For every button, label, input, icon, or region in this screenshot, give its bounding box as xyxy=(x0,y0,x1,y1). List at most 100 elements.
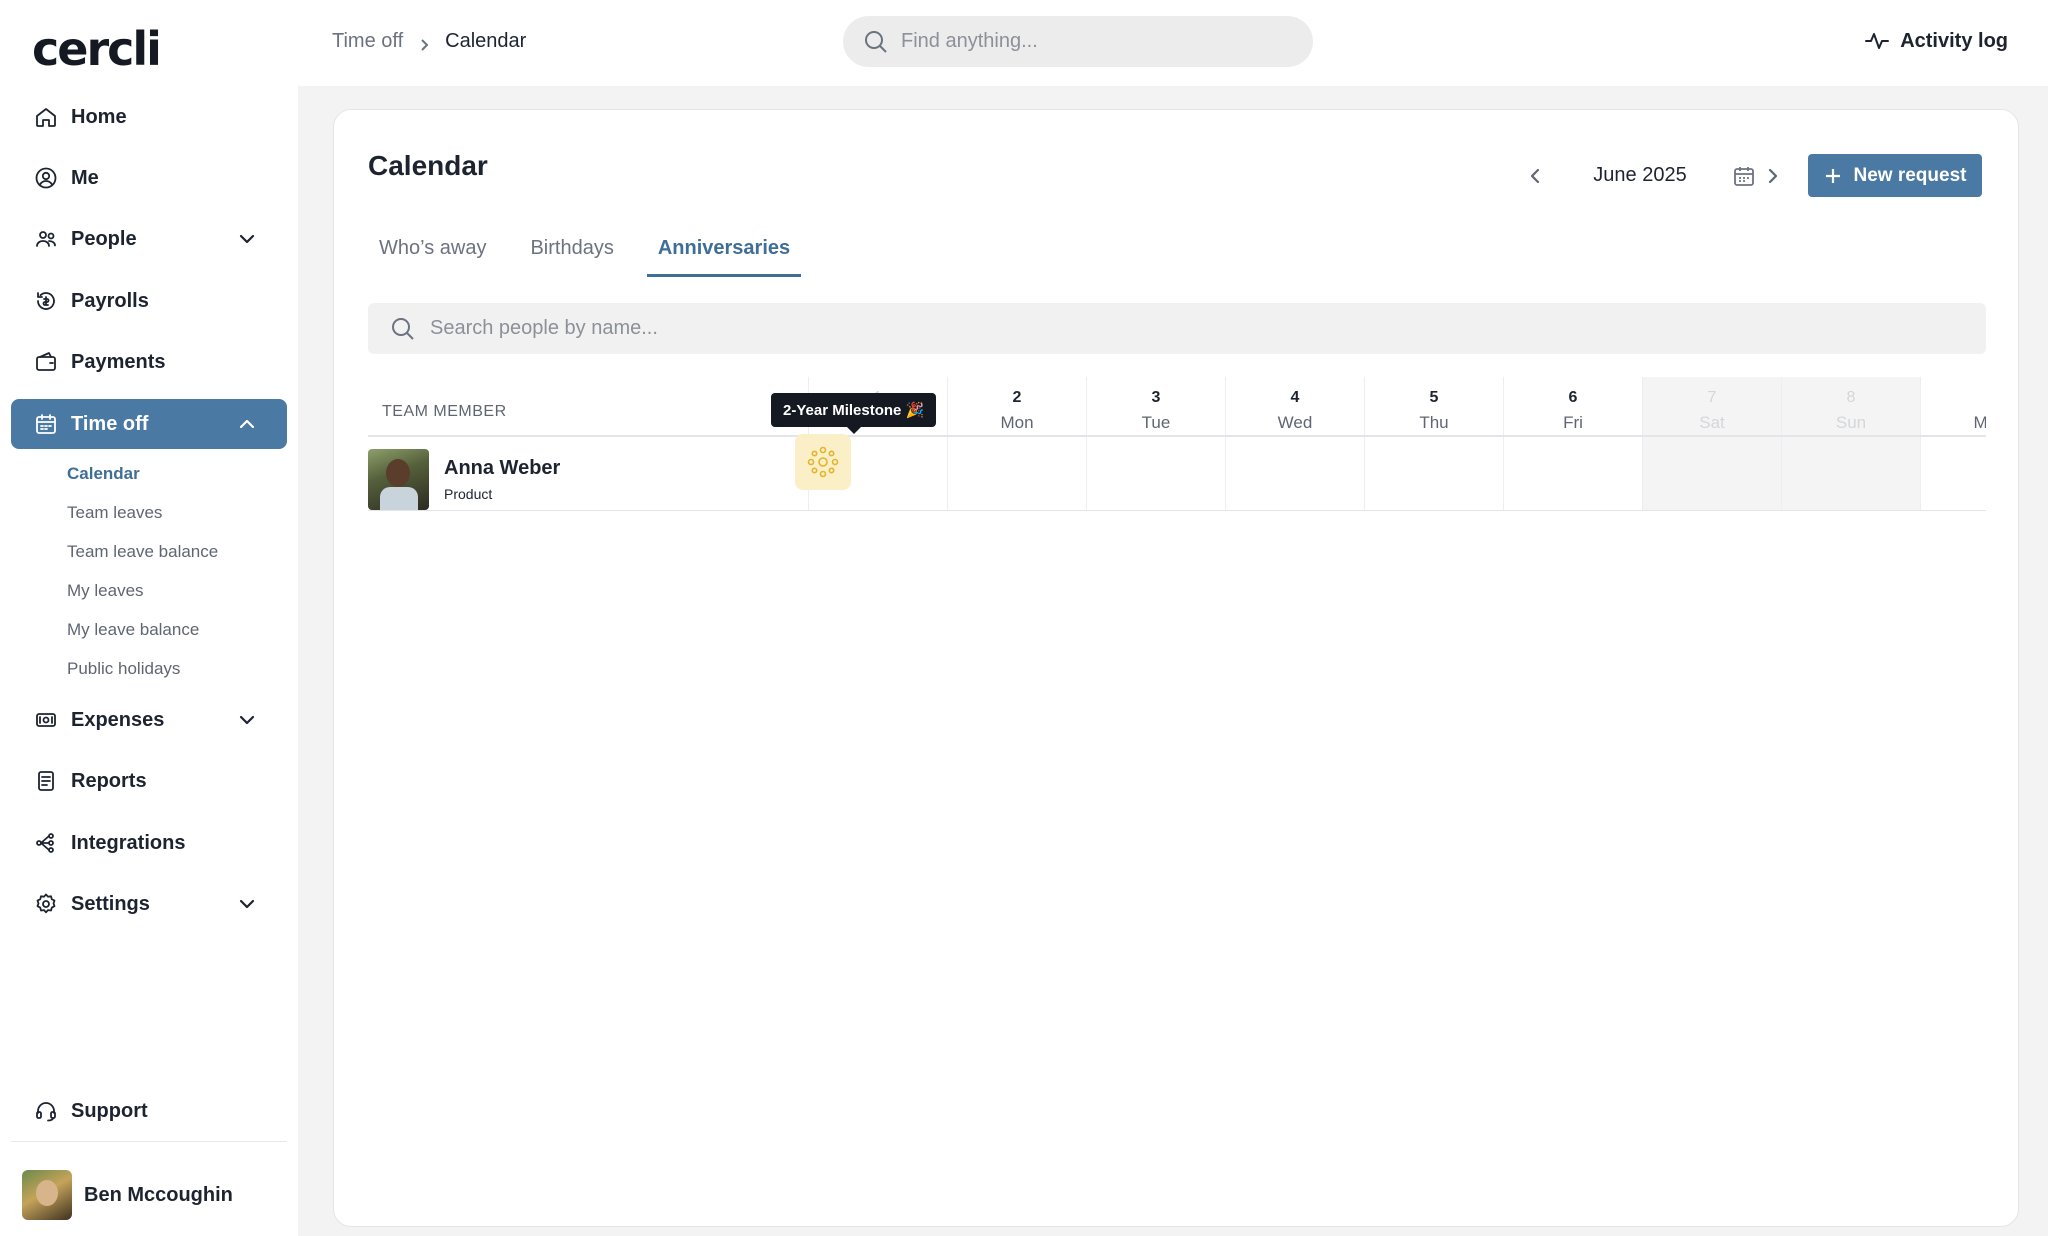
sub-item-calendar[interactable]: Calendar xyxy=(67,464,140,484)
sidebar-item-label: Payrolls xyxy=(71,289,149,312)
sidebar-item-label: People xyxy=(71,227,137,250)
day-name: Thu xyxy=(1419,413,1449,432)
integrations-icon xyxy=(33,830,59,856)
month-navigation: June 2025 New request xyxy=(1522,154,1982,197)
activity-log-button[interactable]: Activity log xyxy=(1864,28,2008,54)
team-member-header: TEAM MEMBER xyxy=(382,403,507,420)
tab-whos-away[interactable]: Who’s away xyxy=(368,227,497,277)
sidebar-item-label: Integrations xyxy=(71,831,186,854)
chevron-left-icon xyxy=(1530,168,1540,183)
sidebar-item-payrolls[interactable]: Payrolls xyxy=(11,276,287,326)
people-icon xyxy=(33,226,59,252)
sidebar-item-reports[interactable]: Reports xyxy=(11,756,287,806)
sidebar-item-time-off[interactable]: Time off xyxy=(11,399,287,449)
chevron-down-icon xyxy=(235,892,259,916)
new-request-label: New request xyxy=(1853,164,1967,186)
day-number: 4 xyxy=(1290,389,1300,406)
day-number: 8 xyxy=(1846,389,1856,406)
wallet-icon xyxy=(33,349,59,375)
sidebar-item-integrations[interactable]: Integrations xyxy=(11,818,287,868)
day-name: Wed xyxy=(1277,413,1313,432)
user-name: Ben Mccoughin xyxy=(84,1183,233,1206)
chevron-right-icon xyxy=(1768,168,1778,183)
search-icon xyxy=(863,29,889,55)
sub-item-public-holidays[interactable]: Public holidays xyxy=(67,659,180,679)
chevron-down-icon xyxy=(235,708,259,732)
day-name: Mon xyxy=(1000,413,1034,432)
sidebar-item-people[interactable]: People xyxy=(11,214,287,264)
current-month: June 2025 xyxy=(1593,164,1687,186)
sidebar-item-label: Settings xyxy=(71,892,150,915)
anniversary-milestone-badge[interactable] xyxy=(795,434,851,490)
sidebar-item-label: Support xyxy=(71,1099,148,1122)
home-icon xyxy=(33,104,59,130)
breadcrumb-time-off[interactable]: Time off xyxy=(332,30,403,53)
calendar-icon xyxy=(33,411,59,437)
sidebar-item-label: Home xyxy=(71,105,127,128)
sidebar-item-label: Payments xyxy=(71,350,166,373)
day-number: 6 xyxy=(1568,389,1578,406)
people-search[interactable] xyxy=(368,303,1986,354)
milestone-tooltip: 2-Year Milestone 🎉 xyxy=(771,393,937,434)
sidebar-item-payments[interactable]: Payments xyxy=(11,337,287,387)
sidebar-item-me[interactable]: Me xyxy=(11,153,287,203)
money-icon xyxy=(33,707,59,733)
anniversary-grid: TEAM MEMBER 1 2 Mon 3 Tue 4 Wed 5 Thu 6 … xyxy=(368,377,1986,511)
activity-log-label: Activity log xyxy=(1900,29,2008,52)
day-name: Sat xyxy=(1699,413,1725,432)
celebration-icon xyxy=(807,446,839,478)
next-month-button[interactable] xyxy=(1758,162,1786,190)
day-number: 3 xyxy=(1151,389,1161,406)
payroll-icon xyxy=(33,288,59,314)
sub-item-my-leave-balance[interactable]: My leave balance xyxy=(67,620,199,640)
calendar-card: Calendar June 2025 New request Who’s awa… xyxy=(333,109,2019,1227)
breadcrumb: Time off Calendar xyxy=(332,30,526,53)
tab-birthdays[interactable]: Birthdays xyxy=(519,227,624,277)
top-bar: Time off Calendar Activity log xyxy=(298,0,2048,86)
table-row[interactable]: Anna Weber Product xyxy=(368,449,560,510)
breadcrumb-calendar: Calendar xyxy=(445,30,527,52)
tab-anniversaries[interactable]: Anniversaries xyxy=(646,227,802,277)
day-number: 5 xyxy=(1429,389,1439,406)
day-column-weekend: 7 Sat xyxy=(1642,377,1781,511)
day-column: 4 Wed xyxy=(1225,377,1364,511)
day-name: Tue xyxy=(1141,413,1171,432)
user-profile-chip[interactable]: Ben Mccoughin xyxy=(22,1170,233,1220)
header-divider xyxy=(368,435,1986,437)
day-number: 9 xyxy=(1921,389,1987,407)
sub-item-team-leave-balance[interactable]: Team leave balance xyxy=(67,542,218,562)
global-search-input[interactable] xyxy=(901,30,1281,53)
plus-icon xyxy=(1825,168,1840,183)
sub-item-my-leaves[interactable]: My leaves xyxy=(67,581,144,601)
cercli-logo[interactable]: cercli xyxy=(32,22,162,76)
day-column: 5 Thu xyxy=(1364,377,1503,511)
new-request-button[interactable]: New request xyxy=(1808,154,1982,197)
sidebar-item-home[interactable]: Home xyxy=(11,92,287,142)
day-column: 2 Mon xyxy=(947,377,1086,511)
chevron-right-icon xyxy=(417,35,431,51)
day-name: Mon xyxy=(1973,413,1986,432)
global-search[interactable] xyxy=(843,16,1313,67)
date-picker-button[interactable] xyxy=(1730,162,1758,190)
day-column: 6 Fri xyxy=(1503,377,1642,511)
day-name: Fri xyxy=(1563,413,1583,432)
day-column: 3 Tue xyxy=(1086,377,1225,511)
prev-month-button[interactable] xyxy=(1522,162,1550,190)
sidebar-item-label: Me xyxy=(71,166,99,189)
day-column: 9 Mon xyxy=(1920,377,1986,511)
day-number: 7 xyxy=(1707,389,1717,406)
calendar-icon xyxy=(1734,166,1754,186)
avatar xyxy=(22,1170,72,1220)
member-name: Anna Weber xyxy=(444,457,561,479)
sidebar-divider xyxy=(11,1141,287,1142)
report-icon xyxy=(33,768,59,794)
people-search-input[interactable] xyxy=(430,317,1330,340)
sidebar-item-expenses[interactable]: Expenses xyxy=(11,695,287,745)
user-circle-icon xyxy=(33,165,59,191)
sidebar-item-settings[interactable]: Settings xyxy=(11,879,287,929)
sub-item-team-leaves[interactable]: Team leaves xyxy=(67,503,162,523)
day-number: 2 xyxy=(1012,389,1022,406)
chevron-down-icon xyxy=(235,227,259,251)
sidebar-item-support[interactable]: Support xyxy=(11,1086,287,1136)
calendar-tabs: Who’s away Birthdays Anniversaries xyxy=(368,227,823,277)
